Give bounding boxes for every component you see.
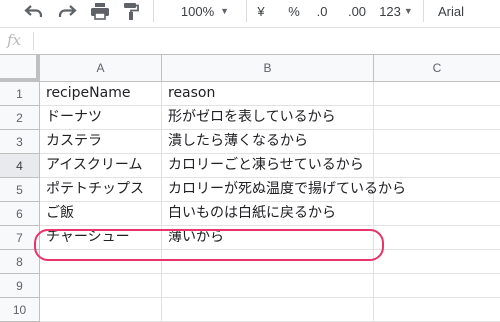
more-formats-select[interactable]: 123 ▼ (376, 0, 416, 22)
column-header-b[interactable]: B (162, 55, 374, 82)
paint-format-button[interactable] (118, 0, 144, 22)
cell-c-5[interactable] (374, 178, 500, 202)
cell-a-2[interactable]: ドーナツ (40, 106, 162, 130)
row-header[interactable]: 7 (0, 226, 40, 250)
increase-decimals-button[interactable]: .00 (343, 0, 371, 22)
more-formats-label: 123 (379, 3, 401, 19)
row-header[interactable]: 8 (0, 250, 40, 274)
cell-c-10[interactable] (374, 298, 500, 322)
zoom-select[interactable]: 100% ▼ (170, 0, 240, 22)
row-header[interactable]: 9 (0, 274, 40, 298)
toolbar-divider (246, 0, 247, 22)
row-header[interactable]: 6 (0, 202, 40, 226)
print-button[interactable] (86, 0, 114, 22)
cell-a-8[interactable] (40, 250, 162, 274)
cell-b-10[interactable] (162, 298, 374, 322)
cell-b-1[interactable]: reason (162, 82, 374, 106)
cell-b-3[interactable]: 潰したら薄くなるから (162, 130, 374, 154)
cell-a-4[interactable]: アイスクリーム (40, 154, 162, 178)
formula-input[interactable] (40, 32, 495, 50)
cell-c-2[interactable] (374, 106, 500, 130)
currency-label: ¥ (257, 3, 265, 19)
undo-button[interactable] (20, 0, 48, 22)
percent-label: % (288, 3, 300, 19)
cell-c-1[interactable] (374, 82, 500, 106)
cell-a-10[interactable] (40, 298, 162, 322)
row-header[interactable]: 4 (0, 154, 40, 178)
column-header-a[interactable]: A (40, 55, 162, 82)
column-header-c[interactable]: C (374, 55, 500, 82)
toolbar-divider (153, 0, 154, 22)
cell-c-4[interactable] (374, 154, 500, 178)
cell-c-9[interactable] (374, 274, 500, 298)
print-icon (91, 3, 109, 20)
cell-b-6[interactable]: 白いものは白紙に戻るから (162, 202, 374, 226)
toolbar: 100% ▼ ¥ % .0 .00 123 ▼ Arial (0, 0, 500, 28)
font-select[interactable]: Arial (438, 0, 474, 22)
row-header[interactable]: 5 (0, 178, 40, 202)
formula-bar: fx (0, 28, 500, 55)
toolbar-divider (423, 0, 424, 22)
cell-a-9[interactable] (40, 274, 162, 298)
row-header[interactable]: 10 (0, 298, 40, 322)
cell-b-4[interactable]: カロリーごと凍らせているから (162, 154, 374, 178)
chevron-down-icon: ▼ (403, 6, 413, 16)
row-header[interactable]: 3 (0, 130, 40, 154)
decrease-decimals-button[interactable]: .0 (311, 0, 333, 22)
cell-a-3[interactable]: カステラ (40, 130, 162, 154)
cell-b-9[interactable] (162, 274, 374, 298)
cell-c-7[interactable] (374, 226, 500, 250)
increase-decimals-label: .00 (347, 3, 367, 19)
zoom-value: 100% (180, 3, 215, 19)
cell-b-7[interactable]: 薄いから (162, 226, 374, 250)
cell-b-5[interactable]: カロリーが死ぬ温度で揚げているから (162, 178, 406, 202)
cell-b-2[interactable]: 形がゼロを表しているから (162, 106, 374, 130)
redo-button[interactable] (53, 0, 81, 22)
row-header[interactable]: 2 (0, 106, 40, 130)
cell-c-8[interactable] (374, 250, 500, 274)
chevron-down-icon: ▼ (220, 6, 230, 16)
cell-a-6[interactable]: ご飯 (40, 202, 162, 226)
undo-icon (24, 5, 43, 17)
cell-a-5[interactable]: ポテトチップス (40, 178, 162, 202)
row-header[interactable]: 1 (0, 82, 40, 106)
cell-b-8[interactable] (162, 250, 374, 274)
cell-a-1[interactable]: recipeName (40, 82, 162, 106)
cell-a-7[interactable]: チャーシュー (40, 226, 162, 250)
paint-format-icon (124, 3, 139, 20)
fx-icon: fx (7, 31, 22, 49)
decrease-decimals-label: .0 (316, 3, 328, 19)
formula-bar-divider (33, 32, 34, 50)
cell-c-3[interactable] (374, 130, 500, 154)
font-name: Arial (438, 3, 465, 19)
cell-c-6[interactable] (374, 202, 500, 226)
currency-format-button[interactable]: ¥ (252, 0, 270, 22)
percent-format-button[interactable]: % (285, 0, 303, 22)
select-all-corner[interactable] (0, 55, 40, 82)
redo-icon (58, 5, 77, 17)
